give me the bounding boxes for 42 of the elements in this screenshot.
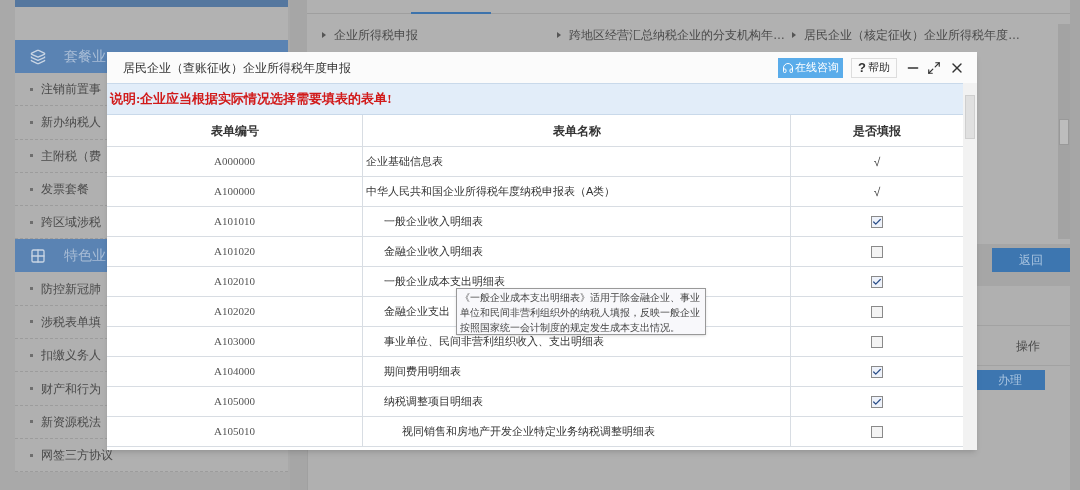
table-cell: A101020 <box>107 237 363 266</box>
column-header: 操作 <box>1016 337 1040 355</box>
table-cell: A102020 <box>107 297 363 326</box>
form-name: 中华人民共和国企业所得税年度纳税申报表（A类） <box>366 184 616 200</box>
section-title: 套餐业 <box>64 47 106 66</box>
sidebar-item-label: 主附税（费 <box>41 147 101 165</box>
tooltip-text: 《一般企业成本支出明细表》适用于除金融企业、事业单位和民间非营利组织外的纳税人填报，反映一般企业按照国家统一会计制度的规定发生成本支出情况。 <box>460 292 700 333</box>
table-cell: A000000 <box>107 147 363 176</box>
form-name: 金融企业支出 <box>384 304 450 320</box>
sidebar-item-label: 新办纳税人 <box>41 114 101 132</box>
form-name: 一般企业收入明细表 <box>384 214 483 230</box>
sidebar-item-label: 跨区域涉税 <box>41 214 101 232</box>
check-mark: √ <box>873 183 881 201</box>
form-name: 金融企业收入明细表 <box>384 244 483 260</box>
form-name: 视同销售和房地产开发企业特定业务纳税调整明细表 <box>402 424 655 440</box>
table-cell: A103000 <box>107 327 363 356</box>
sidebar-item-label: 扣缴义务人 <box>41 347 101 365</box>
table-cell: A104000 <box>107 357 363 386</box>
column-header: 是否填报 <box>852 122 902 140</box>
sidebar-item-label: 涉税表单填 <box>41 313 101 331</box>
check-mark: √ <box>873 153 881 171</box>
sidebar-item-label: 网签三方协议 <box>41 447 113 465</box>
column-header: 表单编号 <box>107 115 363 146</box>
form-name: 事业单位、民间非营利组织收入、支出明细表 <box>384 334 604 350</box>
table-cell: A105000 <box>107 387 363 416</box>
sidebar-item-label: 注销前置事 <box>41 81 101 99</box>
form-name: 一般企业成本支出明细表 <box>384 274 505 290</box>
table-cell: A102010 <box>107 267 363 296</box>
section-title: 特色业 <box>64 246 106 266</box>
table-cell: A100000 <box>107 177 363 206</box>
notice-text: 说明:企业应当根据实际情况选择需要填表的表单! <box>110 90 392 109</box>
sidebar-item-label: 新资源税法 <box>41 413 101 431</box>
sidebar-item-label: 发票套餐 <box>41 181 89 199</box>
sidebar-item-label: 防控新冠肺 <box>41 280 101 298</box>
column-header: 表单名称 <box>363 115 791 146</box>
form-name: 纳税调整项目明细表 <box>384 394 483 410</box>
table-cell: A101010 <box>107 207 363 236</box>
dialog-title: 居民企业（查账征收）企业所得税年度申报 <box>123 59 352 77</box>
table-cell: A105010 <box>107 417 363 446</box>
form-name: 期间费用明细表 <box>384 364 461 380</box>
sidebar-item-label: 财产和行为 <box>41 380 101 398</box>
form-name: 企业基础信息表 <box>366 154 443 170</box>
